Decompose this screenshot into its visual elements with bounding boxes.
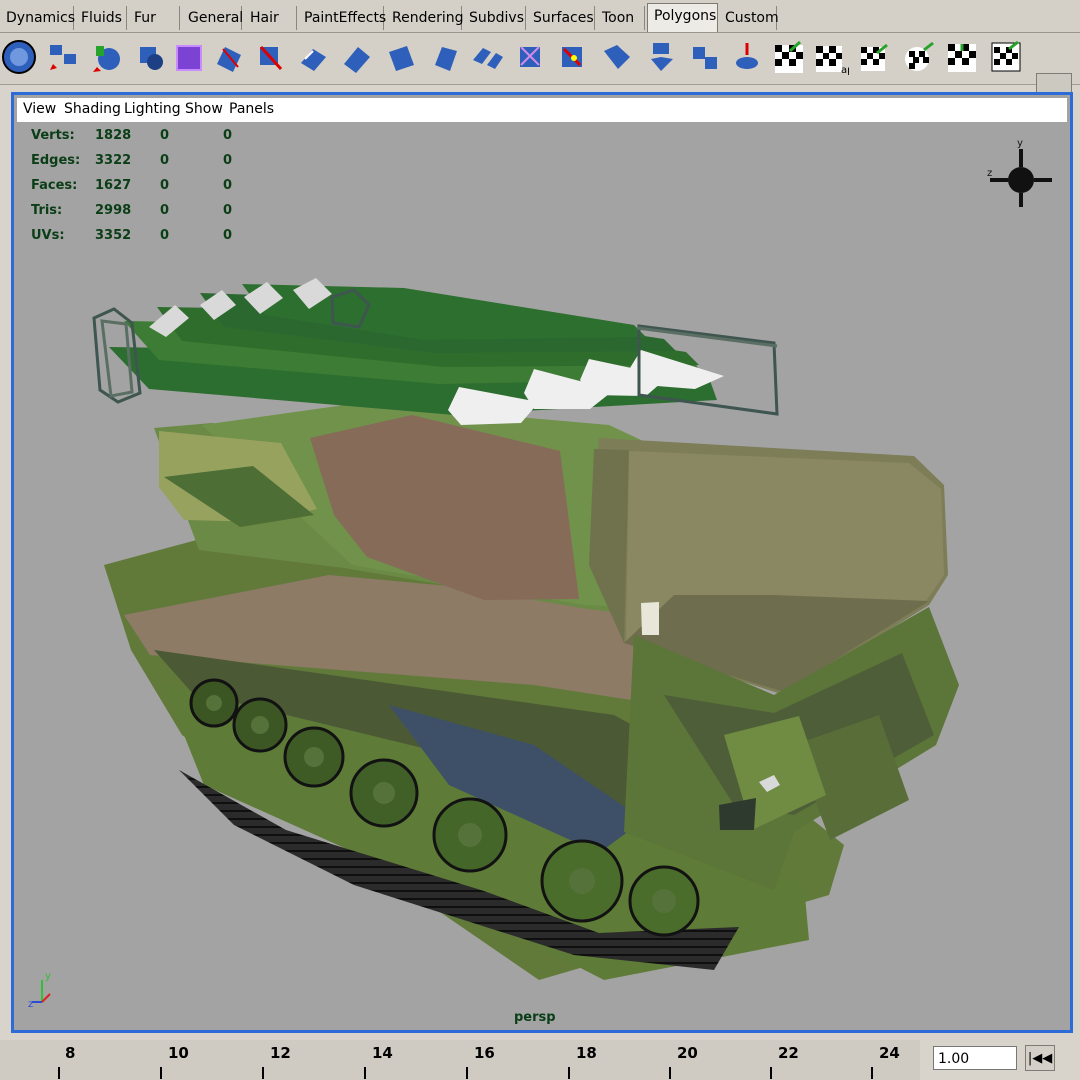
sphere-icon[interactable]: [88, 37, 126, 77]
hud-label-edges: Edges:: [31, 153, 81, 168]
cylindrical-mapping-icon[interactable]: [856, 37, 894, 77]
timeline-tick-label: 8: [65, 1044, 76, 1062]
hud-tris-selected: 0: [160, 203, 170, 218]
hud-label-faces: Faces:: [31, 178, 78, 193]
wedge-face-icon[interactable]: [598, 37, 636, 77]
hud-row-faces: Faces: 1627 0 0: [31, 178, 251, 196]
tab-polygons[interactable]: Polygons: [647, 3, 718, 32]
timeline-tick-label: 10: [168, 1044, 189, 1062]
menu-panels[interactable]: Panels: [229, 101, 274, 117]
timeline-tick-label: 20: [677, 1044, 698, 1062]
hud-verts-total: 1828: [95, 128, 132, 143]
uv-texture-editor-icon[interactable]: [944, 37, 982, 77]
hud-row-edges: Edges: 3322 0 0: [31, 153, 251, 171]
tank-model: [92, 278, 959, 980]
timeline-tick-label: 12: [270, 1044, 291, 1062]
split-polygon-icon[interactable]: [210, 37, 248, 77]
hud-faces-extra: 0: [223, 178, 233, 193]
smooth-icon[interactable]: [728, 37, 766, 77]
hud-label-tris: Tris:: [31, 203, 63, 218]
tab-custom[interactable]: Custom: [719, 6, 779, 30]
menu-shading[interactable]: Shading: [64, 101, 121, 117]
cut-faces-icon[interactable]: [252, 37, 290, 77]
tab-fur[interactable]: Fur: [128, 6, 180, 30]
polygons-shelf: ap Flip: [0, 33, 1080, 111]
split-edge-icon[interactable]: [554, 37, 592, 77]
automatic-mapping-icon[interactable]: ap: [812, 37, 850, 77]
timeline-tick-label: 18: [576, 1044, 597, 1062]
svg-text:y: y: [1017, 138, 1023, 149]
chamfer-icon[interactable]: [426, 37, 464, 77]
hud-uvs-extra: 0: [223, 228, 233, 243]
spherical-mapping-icon[interactable]: [900, 37, 938, 77]
timeline-tick: [58, 1067, 60, 1079]
timeline-tick: [770, 1067, 772, 1079]
hud-row-tris: Tris: 2998 0 0: [31, 203, 251, 221]
timeline-tick: [364, 1067, 366, 1079]
timeline-tick: [466, 1067, 468, 1079]
current-frame-field[interactable]: 1.00: [933, 1046, 1017, 1070]
timeline-tick: [262, 1067, 264, 1079]
hud-row-verts: Verts: 1828 0 0: [31, 128, 251, 146]
hud-faces-total: 1627: [95, 178, 132, 193]
polygon-cube-icon[interactable]: [130, 37, 168, 77]
timeline-tick-label: 22: [778, 1044, 799, 1062]
axis-gizmo: y z: [28, 971, 51, 1010]
camera-name-label: persp: [514, 1010, 556, 1025]
hud-verts-extra: 0: [223, 128, 233, 143]
bevel-icon[interactable]: [382, 37, 420, 77]
tab-fluids[interactable]: Fluids: [75, 6, 127, 30]
uv-checker-icon[interactable]: [770, 37, 808, 77]
hud-verts-selected: 0: [160, 128, 170, 143]
append-polygon-icon[interactable]: [512, 37, 550, 77]
tab-hair[interactable]: Hair: [244, 6, 297, 30]
timeline-tick-label: 16: [474, 1044, 495, 1062]
menu-show[interactable]: Show: [185, 101, 223, 117]
merge-vertices-icon[interactable]: [468, 37, 506, 77]
timeline-tick: [871, 1067, 873, 1079]
svg-text:y: y: [45, 971, 51, 982]
extrude-face-icon[interactable]: [294, 37, 332, 77]
menu-lighting[interactable]: Lighting: [124, 101, 181, 117]
hud-faces-selected: 0: [160, 178, 170, 193]
tab-rendering[interactable]: Rendering: [386, 6, 464, 30]
select-mode-icon[interactable]: [0, 37, 38, 77]
uv-window-icon[interactable]: [988, 37, 1026, 77]
polygon-create-icon[interactable]: [44, 37, 82, 77]
timeline-tick: [160, 1067, 162, 1079]
hud-label-verts: Verts:: [31, 128, 75, 143]
hud-edges-extra: 0: [223, 153, 233, 168]
tab-painteffects[interactable]: PaintEffects: [298, 6, 386, 30]
view-cube-axis-icon[interactable]: y z: [987, 138, 1052, 207]
hud-edges-selected: 0: [160, 153, 170, 168]
timeline-tick-label: 24: [879, 1044, 900, 1062]
wireframe-cube-icon[interactable]: [170, 37, 208, 77]
svg-text:z: z: [987, 168, 992, 179]
hud-edges-total: 3322: [95, 153, 132, 168]
menu-view[interactable]: View: [23, 101, 56, 117]
hud-uvs-selected: 0: [160, 228, 170, 243]
poke-face-icon[interactable]: [642, 37, 680, 77]
tab-subdivs[interactable]: Subdivs: [463, 6, 526, 30]
panel-menu-bar: View Shading Lighting Show Panels: [17, 98, 1067, 122]
tab-dynamics[interactable]: Dynamics: [0, 6, 75, 30]
go-to-start-button[interactable]: |◀◀: [1025, 1045, 1055, 1071]
hud-label-uvs: UVs:: [31, 228, 65, 243]
duplicate-face-icon[interactable]: [686, 37, 724, 77]
tab-surfaces[interactable]: Surfaces: [527, 6, 595, 30]
hud-row-uvs: UVs: 3352 0 0: [31, 228, 251, 246]
hud-uvs-total: 3352: [95, 228, 132, 243]
hud-tris-extra: 0: [223, 203, 233, 218]
timeline-tick: [568, 1067, 570, 1079]
svg-text:z: z: [28, 999, 33, 1010]
missile-rack: [92, 278, 779, 425]
timeline-tick: [669, 1067, 671, 1079]
tab-toon[interactable]: Toon: [596, 6, 645, 30]
extrude-edge-icon[interactable]: [338, 37, 376, 77]
tab-general[interactable]: General: [182, 6, 243, 30]
timeline-tick-label: 14: [372, 1044, 393, 1062]
shelf-tab-bar: Dynamics Fluids Fur General Hair PaintEf…: [0, 0, 1080, 33]
svg-text:ap: ap: [841, 65, 849, 75]
hud-tris-total: 2998: [95, 203, 132, 218]
